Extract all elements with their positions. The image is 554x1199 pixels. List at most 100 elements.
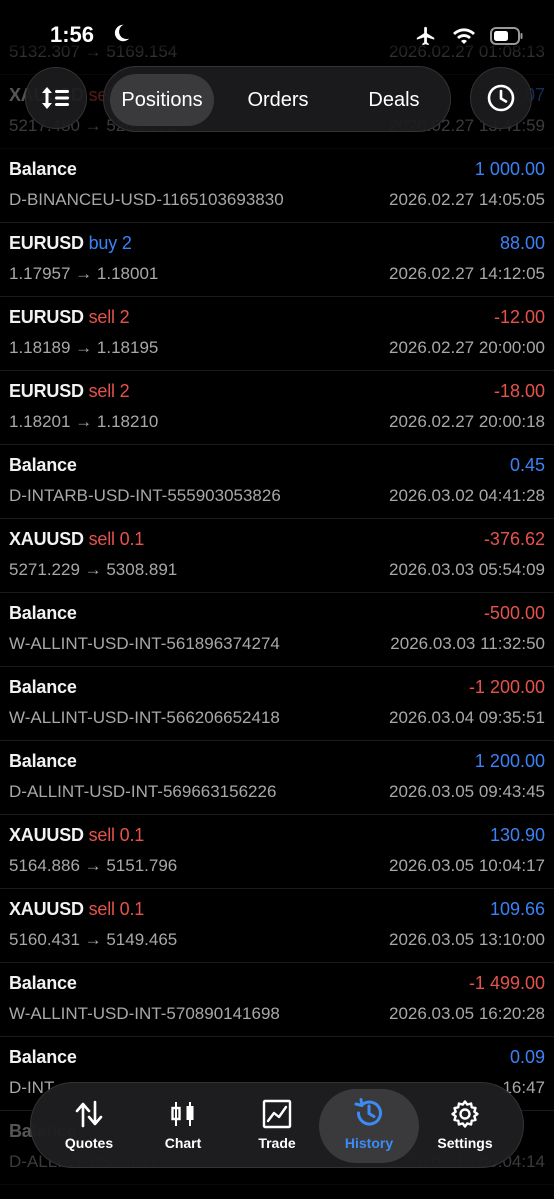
row-detail: 1.17957 → 1.18001: [9, 264, 159, 283]
airplane-icon: [416, 26, 435, 46]
tab-chart-label: Chart: [164, 1135, 202, 1151]
tab-settings[interactable]: Settings: [415, 1089, 515, 1163]
row-time: 2026.02.27 20:00:00: [389, 338, 545, 357]
row-side: sell 2: [88, 307, 130, 327]
list-item[interactable]: EURUSD sell 2 1.18189 → 1.18195 -12.00 2026…: [0, 297, 554, 371]
tab-trade[interactable]: Trade: [227, 1089, 327, 1163]
row-title: XAUUSD sell 0.1: [9, 899, 144, 920]
trade-icon: [262, 1099, 292, 1129]
row-amount: 0.45: [509, 455, 545, 475]
row-amount: 130.90: [489, 825, 545, 845]
row-amount: 88.00: [499, 233, 545, 253]
battery-icon: [490, 27, 523, 45]
row-title: Balance: [9, 751, 77, 772]
list-item[interactable]: Balance D-INTARB-USD-INT-555903053826 0.45…: [0, 445, 554, 519]
row-symbol: Balance: [9, 455, 77, 475]
row-side: sell 2: [88, 381, 130, 401]
view-segmented-control: Positions Orders Deals: [103, 66, 451, 132]
tab-orders[interactable]: Orders: [228, 74, 328, 126]
row-detail: D-ALLINT-USD-INT-569663156226: [9, 782, 277, 801]
tab-chart[interactable]: Chart: [133, 1089, 233, 1163]
sort-icon: [42, 87, 69, 109]
tab-history[interactable]: History: [319, 1089, 419, 1163]
list-item[interactable]: EURUSD buy 2 1.17957 → 1.18001 88.00 2026.0…: [0, 223, 554, 297]
tab-history-label: History: [344, 1135, 394, 1151]
row-time: 2026.03.05 09:43:45: [389, 782, 545, 801]
row-time: 2026.02.27 20:00:18: [389, 412, 545, 431]
chart-icon: [171, 1102, 194, 1126]
tab-settings-label: Settings: [437, 1135, 493, 1151]
status-time: 1:56: [50, 22, 95, 47]
row-amount: -1 200.00: [468, 677, 545, 697]
row-title: XAUUSD sell 0.1: [9, 529, 144, 550]
row-detail: 1.18189 → 1.18195: [9, 338, 159, 357]
row-detail: D-INTARB-USD-INT-555903053826: [9, 486, 281, 505]
row-title: Balance: [9, 677, 77, 698]
row-symbol: XAUUSD: [9, 529, 84, 549]
row-symbol: Balance: [9, 751, 77, 771]
row-symbol: EURUSD: [9, 307, 84, 327]
row-symbol: Balance: [9, 159, 77, 179]
quotes-icon: [75, 1100, 103, 1128]
tab-trade-label: Trade: [258, 1135, 296, 1151]
period-button[interactable]: [470, 67, 532, 129]
sort-button[interactable]: [25, 67, 87, 129]
row-amount: 0.09: [509, 1047, 545, 1067]
row-symbol: EURUSD: [9, 233, 84, 253]
gear-icon: [451, 1100, 479, 1128]
list-item[interactable]: Balance W-ALLINT-USD-INT-570890141698 -1 4…: [0, 963, 554, 1037]
status-bar: 1:56: [0, 0, 554, 60]
row-symbol: EURUSD: [9, 381, 84, 401]
row-time: 2026.02.27 14:12:05: [389, 264, 545, 283]
list-item[interactable]: XAUUSD sell 0.1 5160.431 → 5149.465 109.66…: [0, 889, 554, 963]
row-title: EURUSD sell 2: [9, 307, 130, 328]
row-title: Balance: [9, 455, 77, 476]
row-symbol: Balance: [9, 603, 77, 623]
row-time: 2026.03.04 09:35:51: [389, 708, 545, 727]
row-title: EURUSD sell 2: [9, 381, 130, 402]
tab-positions[interactable]: Positions: [110, 74, 214, 126]
row-detail: W-ALLINT-USD-INT-561896374274: [9, 634, 280, 653]
row-time: 2026.02.27 14:05:05: [389, 190, 545, 209]
row-time: 2026.03.02 04:41:28: [389, 486, 545, 505]
row-detail: W-ALLINT-USD-INT-566206652418: [9, 708, 280, 727]
row-detail: D-BINANCEU-USD-1165103693830: [9, 190, 284, 209]
row-symbol: Balance: [9, 1047, 77, 1067]
row-time: 2026.03.05 10:04:17: [389, 856, 545, 875]
row-amount: 1 200.00: [474, 751, 545, 771]
row-side: sell 0.1: [88, 529, 145, 549]
clock-icon: [487, 84, 515, 112]
row-time: 2026.03.05 16:20:28: [389, 1004, 545, 1023]
row-symbol: XAUUSD: [9, 899, 84, 919]
row-detail: W-ALLINT-USD-INT-570890141698: [9, 1004, 280, 1023]
list-item[interactable]: XAUUSD sell 0.1 5271.229 → 5308.891 -376.6…: [0, 519, 554, 593]
row-time: 2026.03.03 11:32:50: [390, 634, 545, 653]
row-symbol: XAUUSD: [9, 825, 84, 845]
history-icon: [354, 1098, 382, 1126]
row-side: sell 0.1: [88, 825, 145, 845]
list-item[interactable]: Balance D-ALLINT-USD-INT-569663156226 1 20…: [0, 741, 554, 815]
tab-quotes[interactable]: Quotes: [39, 1089, 139, 1163]
row-side: buy 2: [88, 233, 132, 253]
row-detail: 1.18201 → 1.18210: [9, 412, 159, 431]
row-amount: 109.66: [489, 899, 545, 919]
tab-deals[interactable]: Deals: [344, 74, 444, 126]
list-item[interactable]: Balance D-BINANCEU-USD-1165103693830 1 000…: [0, 149, 554, 223]
bottom-tab-bar: Quotes Chart Trade History Settings: [30, 1082, 524, 1168]
row-symbol: Balance: [9, 677, 77, 697]
list-item[interactable]: XAUUSD sell 0.1 5164.886 → 5151.796 130.90…: [0, 815, 554, 889]
row-amount: 1 000.00: [474, 159, 545, 179]
row-amount: -1 499.00: [468, 973, 545, 993]
top-navigation: Positions Orders Deals: [0, 64, 554, 134]
row-time: 2026.03.05 13:10:00: [389, 930, 545, 949]
row-detail: 5271.229 → 5308.891: [9, 560, 178, 579]
list-item[interactable]: Balance W-ALLINT-USD-INT-566206652418 -1 2…: [0, 667, 554, 741]
row-side: sell 0.1: [88, 899, 145, 919]
list-item[interactable]: EURUSD sell 2 1.18201 → 1.18210 -18.00 2026…: [0, 371, 554, 445]
row-title: Balance: [9, 603, 77, 624]
row-amount: -18.00: [493, 381, 545, 401]
row-amount: -376.62: [483, 529, 545, 549]
row-title: Balance: [9, 1047, 77, 1068]
list-item[interactable]: Balance W-ALLINT-USD-INT-561896374274 -500…: [0, 593, 554, 667]
row-title: Balance: [9, 973, 77, 994]
